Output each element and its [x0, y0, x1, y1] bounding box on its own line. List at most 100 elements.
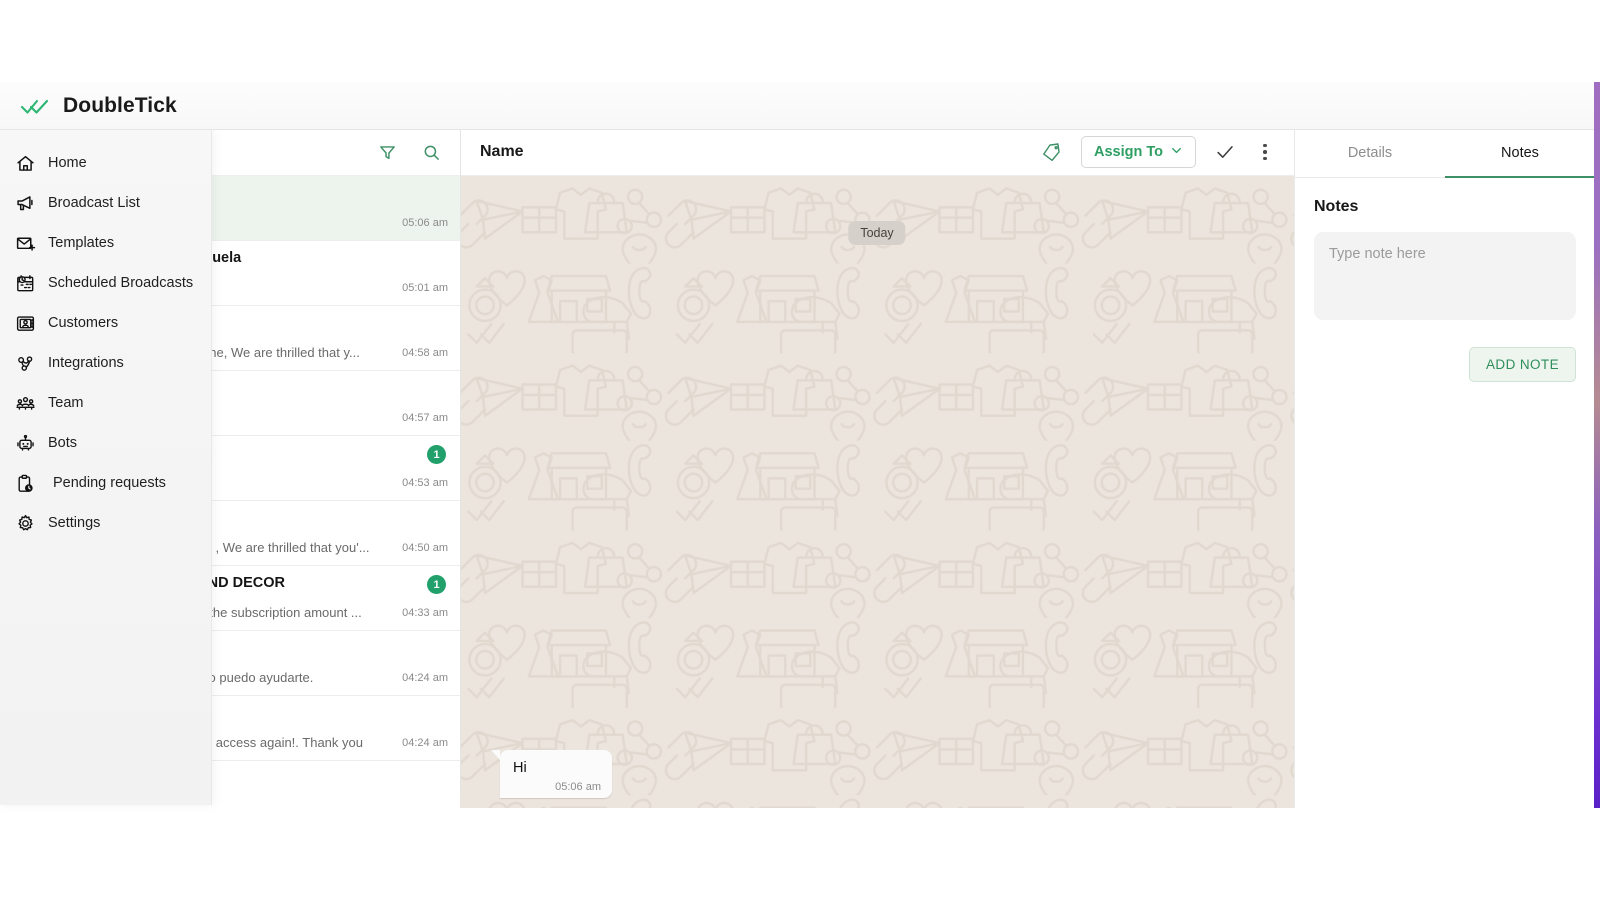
chat-row-bottom: hamne, We are thrilled that y... 04:58 a… [212, 345, 448, 360]
message-time: 05:06 am [555, 781, 601, 793]
team-icon [14, 392, 36, 414]
top-bar: DoubleTick [0, 82, 1600, 130]
sidebar-item-label: Broadcast List [48, 195, 140, 211]
chat-time: 05:06 am [402, 217, 448, 229]
gear-icon [14, 512, 36, 534]
chat-list-item[interactable]: 05:06 am [212, 176, 460, 241]
brand[interactable]: DoubleTick [0, 94, 177, 118]
sidebar-item-label: Integrations [48, 355, 124, 371]
sidebar-item-broadcast-list[interactable]: Broadcast List [0, 183, 211, 223]
sidebar-item-label: Pending requests [53, 475, 166, 491]
chat-name: a [212, 510, 448, 527]
chat-list-item[interactable]: rge [212, 761, 460, 795]
conversation-header: Name Assign To [460, 129, 1294, 176]
day-divider: Today [848, 221, 906, 245]
chat-row-bottom: have access again!. Thank you 04:24 am [212, 735, 448, 750]
home-icon [14, 152, 36, 174]
mail-plus-icon [14, 232, 36, 254]
chat-time: 04:24 am [402, 672, 448, 684]
sidebar-item-label: Scheduled Broadcasts [48, 275, 194, 291]
sidebar-item-scheduled-broadcasts[interactable]: Scheduled Broadcasts [0, 263, 211, 303]
sidebar-item-templates[interactable]: Templates [0, 223, 211, 263]
search-icon[interactable] [420, 141, 442, 163]
chat-time: 04:53 am [402, 477, 448, 489]
chat-name: rge [212, 770, 448, 787]
chat-time: 05:01 am [402, 282, 448, 294]
tab-notes[interactable]: Notes [1445, 129, 1595, 178]
chat-preview: como puedo ayudarte. [212, 670, 314, 685]
contact-card-icon [14, 312, 36, 334]
calendar-clock-icon [14, 272, 36, 294]
chat-row-bottom: 04:57 am [224, 412, 448, 425]
chat-name: nne [212, 315, 448, 332]
assign-to-button[interactable]: Assign To [1080, 136, 1196, 168]
chat-row-bottom: und the subscription amount ... 04:33 am [212, 605, 448, 620]
note-input[interactable] [1314, 232, 1576, 320]
integrations-icon [14, 352, 36, 374]
sidebar-item-team[interactable]: Team [0, 383, 211, 423]
right-panel: Details Notes Notes ADD NOTE [1294, 129, 1595, 808]
chat-row-bottom: 04:53 am [224, 477, 448, 490]
right-panel-tabs: Details Notes [1295, 129, 1595, 178]
chat-preview: hamne, We are thrilled that y... [212, 345, 360, 360]
add-note-button[interactable]: ADD NOTE [1469, 347, 1576, 382]
sidebar-item-bots[interactable]: Bots [0, 423, 211, 463]
chat-list-item[interactable]: como puedo ayudarte. 04:24 am [212, 631, 460, 696]
sidebar-item-label: Team [48, 395, 84, 411]
chat-list-item[interactable]: a Valia , We are thrilled that you'... 0… [212, 501, 460, 566]
chat-list-item[interactable]: 04:57 am [212, 371, 460, 436]
chat-background-pattern [460, 176, 1294, 808]
sidebar-item-customers[interactable]: Customers [0, 303, 211, 343]
conversation-panel: Name Assign To Today Hi 05:06 am [460, 129, 1294, 808]
chat-list-item[interactable]: nne hamne, We are thrilled that y... 04:… [212, 306, 460, 371]
message-area: Today Hi 05:06 am [460, 176, 1294, 808]
tab-label: Notes [1501, 145, 1539, 161]
chat-list-item[interactable]: lenzuela 05:01 am [212, 241, 460, 306]
unread-badge: 1 [427, 445, 446, 464]
megaphone-icon [14, 192, 36, 214]
tab-label: Details [1347, 145, 1393, 161]
chat-row-bottom: 05:01 am [224, 282, 448, 295]
app-root: DoubleTick Home Broadcast List Templates… [0, 0, 1600, 900]
unread-badge: 1 [427, 575, 446, 594]
chat-row-bottom: como puedo ayudarte. 04:24 am [212, 670, 448, 685]
notes-section-title: Notes [1314, 198, 1359, 215]
robot-icon [14, 432, 36, 454]
chat-time: 04:58 am [402, 347, 448, 359]
sidebar: Home Broadcast List Templates Scheduled … [0, 129, 212, 805]
brand-name: DoubleTick [63, 93, 177, 117]
sidebar-item-label: Settings [48, 515, 101, 531]
chat-preview: have access again!. Thank you [212, 735, 363, 750]
tag-icon[interactable] [1039, 139, 1065, 165]
chat-preview: Valia , We are thrilled that you'... [212, 540, 370, 555]
conversation-actions: Assign To [1039, 136, 1276, 168]
chat-list-item[interactable]: 1 04:53 am [212, 436, 460, 501]
sidebar-item-home[interactable]: Home [0, 143, 211, 183]
chevron-down-icon [1170, 144, 1183, 161]
add-note-row: ADD NOTE [1314, 347, 1576, 382]
more-vertical-icon[interactable] [1254, 139, 1276, 165]
resolve-check-icon[interactable] [1212, 139, 1238, 165]
chat-time: 04:33 am [402, 607, 448, 619]
chat-name: lenzuela [212, 250, 242, 266]
sidebar-item-pending-requests[interactable]: Pending requests [0, 463, 211, 503]
tab-details[interactable]: Details [1295, 129, 1445, 177]
right-panel-body: Notes ADD NOTE [1295, 178, 1595, 382]
filter-icon[interactable] [376, 141, 398, 163]
chat-name: E AND DECOR [212, 575, 285, 591]
chat-row-bottom: 05:06 am [224, 217, 448, 230]
sidebar-item-integrations[interactable]: Integrations [0, 343, 211, 383]
sidebar-item-label: Templates [48, 235, 115, 251]
chat-preview: und the subscription amount ... [212, 605, 362, 620]
chat-list-item[interactable]: have access again!. Thank you 04:24 am [212, 696, 460, 761]
chat-list-panel: 05:06 am lenzuela 05:01 am nne hamne, We… [212, 129, 461, 795]
chat-list-item[interactable]: E AND DECOR 1 und the subscription amoun… [212, 566, 460, 631]
sidebar-item-label: Bots [48, 435, 78, 451]
sidebar-item-label: Customers [48, 315, 119, 331]
chat-time: 04:24 am [402, 737, 448, 749]
assign-to-label: Assign To [1093, 144, 1163, 160]
message-bubble: Hi 05:06 am [491, 750, 612, 798]
chat-time: 04:50 am [402, 542, 448, 554]
sidebar-item-settings[interactable]: Settings [0, 503, 211, 543]
chat-time: 04:57 am [402, 412, 448, 424]
